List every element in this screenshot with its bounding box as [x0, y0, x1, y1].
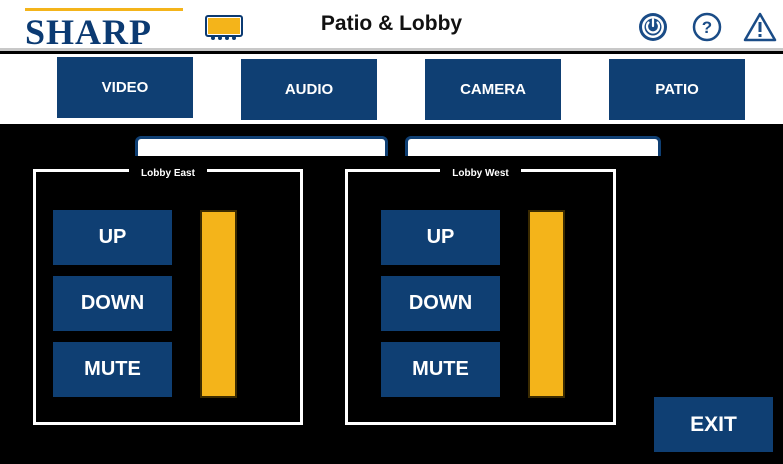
zone-label-container: Lobby East	[36, 163, 300, 181]
help-icon[interactable]: ?	[692, 12, 722, 42]
tab-audio[interactable]: AUDIO	[241, 59, 377, 120]
warning-icon[interactable]	[743, 12, 777, 42]
source-panel-right	[405, 136, 661, 156]
header-bar: SHARP Patio & Lobby ?	[0, 0, 783, 51]
tab-patio[interactable]: PATIO	[609, 59, 745, 120]
tab-camera[interactable]: CAMERA	[425, 59, 561, 120]
zone-label: Lobby West	[440, 168, 521, 179]
volume-down-button[interactable]: DOWN	[381, 276, 500, 331]
svg-text:?: ?	[702, 18, 712, 37]
source-panel-left	[135, 136, 388, 156]
zone-label-container: Lobby West	[348, 163, 613, 181]
volume-meter-fill	[530, 212, 563, 396]
logo-accent-bar	[25, 8, 183, 11]
exit-button[interactable]: EXIT	[654, 397, 773, 452]
mute-button[interactable]: MUTE	[53, 342, 172, 397]
mute-button[interactable]: MUTE	[381, 342, 500, 397]
volume-meter-fill	[202, 212, 235, 396]
zone-label: Lobby East	[129, 168, 207, 179]
power-icon[interactable]	[638, 12, 668, 42]
nav-tab-bar: VIDEO AUDIO CAMERA PATIO	[0, 54, 783, 124]
volume-up-button[interactable]: UP	[381, 210, 500, 265]
volume-meter	[528, 210, 565, 398]
zone-lobby-west: Lobby West UP DOWN MUTE	[345, 168, 616, 425]
volume-down-button[interactable]: DOWN	[53, 276, 172, 331]
tab-video[interactable]: VIDEO	[57, 57, 193, 118]
volume-meter	[200, 210, 237, 398]
zone-lobby-east: Lobby East UP DOWN MUTE	[33, 168, 303, 425]
volume-up-button[interactable]: UP	[53, 210, 172, 265]
